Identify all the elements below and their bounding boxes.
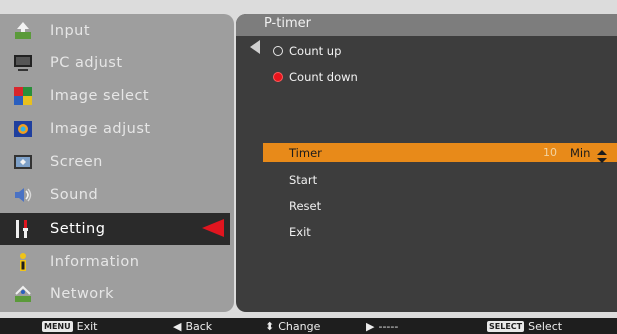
left-arrow-icon: ◀ [173, 319, 182, 333]
panel-title: P-timer [264, 16, 311, 31]
p-timer-panel [236, 14, 617, 312]
input-icon [11, 19, 35, 43]
menu-key-badge: MENU [42, 320, 73, 332]
right-arrow-icon: ▶ [366, 319, 375, 333]
menu-item-sound[interactable]: Sound [0, 180, 230, 210]
network-icon [11, 282, 35, 306]
menu-option-start[interactable]: Start [289, 173, 317, 187]
image-select-icon [11, 84, 35, 108]
pc-adjust-icon [11, 51, 35, 75]
menu-item-setting[interactable]: Setting [0, 213, 230, 245]
menu-item-input[interactable]: Input [0, 16, 230, 46]
radio-selected-icon [273, 72, 283, 82]
sound-icon [11, 183, 35, 207]
hint-next: ▶ ----- [366, 319, 399, 333]
timer-value: 10 [543, 146, 557, 159]
setting-icon [11, 217, 35, 241]
menu-option-exit[interactable]: Exit [289, 225, 311, 239]
panel-pointer-icon [250, 40, 260, 54]
information-icon [11, 250, 35, 274]
menu-option-reset[interactable]: Reset [289, 199, 321, 213]
select-key-badge: SELECT [487, 320, 525, 332]
menu-item-image-select[interactable]: Image select [0, 81, 230, 111]
up-down-icon: ⬍ [265, 319, 275, 333]
timer-unit: Min [570, 146, 591, 160]
screen-icon [11, 150, 35, 174]
option-count-up[interactable]: Count up [273, 44, 341, 58]
menu-item-screen[interactable]: Screen [0, 147, 230, 177]
menu-item-pc-adjust[interactable]: PC adjust [0, 48, 230, 78]
option-count-down[interactable]: Count down [273, 70, 358, 84]
timer-label: Timer [289, 146, 322, 160]
menu-item-network[interactable]: Network [0, 279, 230, 309]
hint-change: ⬍ Change [265, 319, 321, 333]
up-down-arrows-icon[interactable] [596, 148, 608, 167]
menu-item-information[interactable]: Information [0, 247, 230, 277]
menu-item-image-adjust[interactable]: Image adjust [0, 114, 230, 144]
radio-unselected-icon [273, 46, 283, 56]
hint-select: SELECT Select [487, 319, 563, 333]
hint-exit: MENU Exit [42, 319, 98, 333]
image-adjust-icon [11, 117, 35, 141]
selection-pointer [202, 219, 224, 237]
hint-back: ◀ Back [173, 319, 213, 333]
